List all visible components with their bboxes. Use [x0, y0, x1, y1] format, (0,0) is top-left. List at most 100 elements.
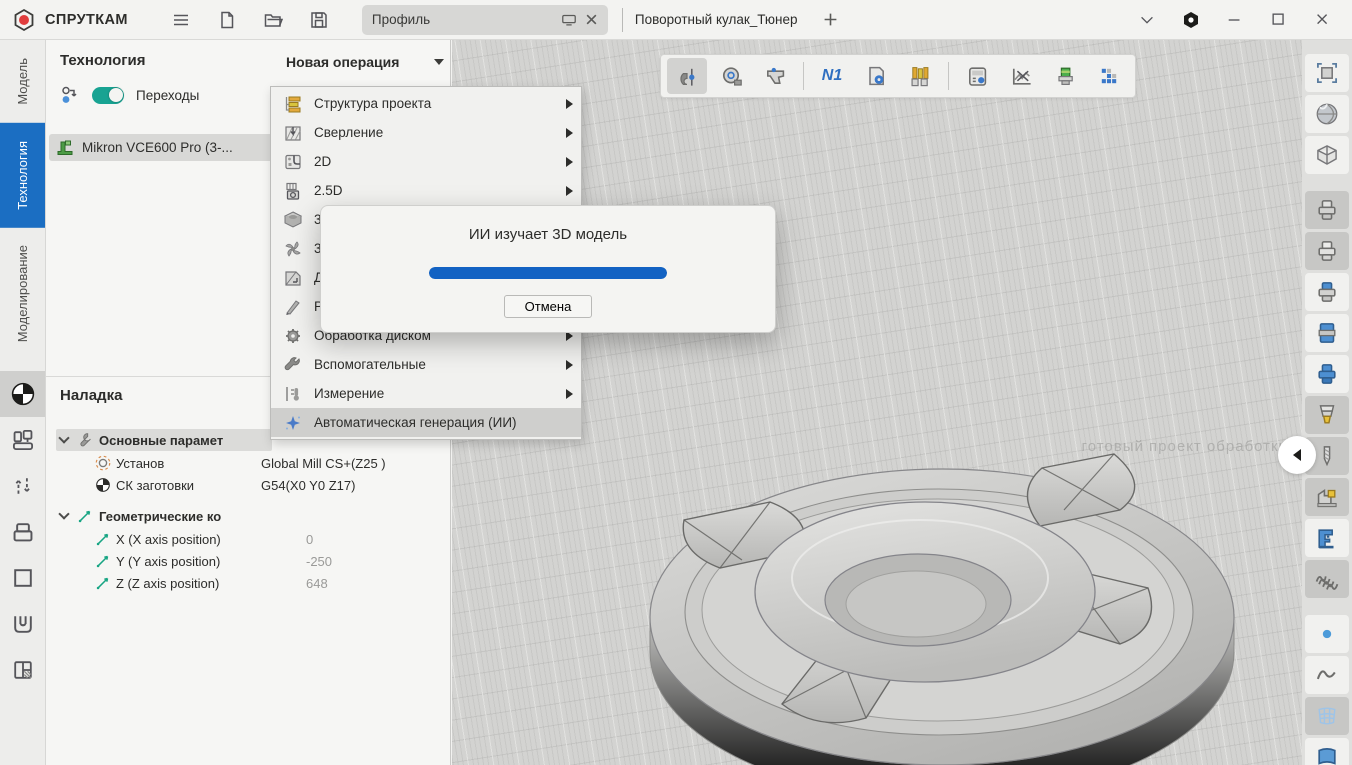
minimize-icon	[1226, 11, 1244, 29]
tree-row[interactable]: СК заготовкиG54(X0 Y0 Z17)	[46, 474, 450, 496]
rail-tab-моделирование[interactable]: Моделирование	[0, 227, 45, 360]
disk-machining-icon	[282, 326, 304, 346]
tools-set-button[interactable]	[900, 58, 940, 94]
minimize-button[interactable]	[1216, 5, 1254, 35]
nc-code-button[interactable]: N1	[812, 58, 852, 94]
snap-magnet-button[interactable]	[667, 58, 707, 94]
monitor-icon	[561, 13, 577, 27]
point-button[interactable]	[1305, 615, 1349, 653]
open-file-icon	[262, 10, 284, 30]
machine-setup-icon	[10, 427, 36, 453]
tab-profile[interactable]: Профиль	[362, 5, 608, 35]
rail-tool-workpiece-icon[interactable]	[0, 555, 45, 601]
toolpath-hatch-button[interactable]	[1305, 560, 1349, 598]
sidebar-flyout-handle[interactable]	[1278, 436, 1316, 474]
tool-yellow-button[interactable]	[1305, 396, 1349, 434]
open-file-button[interactable]	[256, 5, 290, 35]
additional-icon	[282, 268, 304, 288]
tree-group-label: Основные парамет	[99, 433, 223, 448]
control-panel-button[interactable]	[957, 58, 997, 94]
tree-row[interactable]: X (X axis position)0	[46, 528, 450, 550]
drilling-icon	[282, 123, 304, 143]
transitions-label: Переходы	[136, 88, 199, 103]
menu-item[interactable]: 2D	[271, 147, 581, 176]
app-settings-button[interactable]	[1172, 5, 1210, 35]
surface-button[interactable]	[1305, 738, 1349, 765]
measurement-icon	[282, 384, 304, 404]
tree-row-label: Z (Z axis position)	[116, 576, 302, 591]
tree-row-value: -250	[306, 554, 332, 569]
tape-measure-button[interactable]	[711, 58, 751, 94]
menu-item[interactable]: 2.5D	[271, 176, 581, 205]
menu-item[interactable]: Автоматическая генерация (ИИ)	[271, 408, 581, 437]
caliper-button[interactable]	[755, 58, 795, 94]
tape-measure-icon	[719, 64, 743, 88]
rail-tool-datum-icon[interactable]	[0, 371, 45, 417]
menu-item[interactable]: Структура проекта	[271, 89, 581, 118]
part-result-button[interactable]	[1305, 355, 1349, 393]
tree-row[interactable]: Z (Z axis position)648	[46, 572, 450, 594]
new-file-button[interactable]	[210, 5, 244, 35]
menu-item[interactable]: Измерение	[271, 379, 581, 408]
postprocessor-button[interactable]	[856, 58, 896, 94]
rail-tool-clamp-icon[interactable]	[0, 601, 45, 647]
tree-row[interactable]: УстановGlobal Mill CS+(Z25 )	[46, 452, 450, 474]
fixture-part-button[interactable]	[1305, 232, 1349, 270]
tool-yellow-icon	[1314, 402, 1340, 428]
maximize-button[interactable]	[1260, 5, 1298, 35]
viewport-3d[interactable]: готовый проект обработки N1	[452, 40, 1352, 765]
cs-ball-icon	[94, 476, 112, 494]
menu-item[interactable]: Сверление	[271, 118, 581, 147]
part-solid-button[interactable]	[1305, 314, 1349, 352]
part-top-highlight-button[interactable]	[1305, 273, 1349, 311]
shaded-view-button[interactable]	[1305, 95, 1349, 133]
menu-item-label: Автоматическая генерация (ИИ)	[314, 415, 573, 430]
new-operation-button[interactable]: Новая операция	[280, 49, 454, 75]
sprutcam-logo-icon	[12, 8, 36, 32]
rail-tab-технология[interactable]: Технология	[0, 123, 45, 228]
tree-row-value: 0	[306, 532, 313, 547]
transitions-toggle[interactable]	[92, 87, 124, 104]
statistics-button[interactable]	[1089, 58, 1129, 94]
tool-holder-button[interactable]	[1045, 58, 1085, 94]
tab-document-label[interactable]: Поворотный кулак_Тюнер	[635, 12, 798, 27]
save-button[interactable]	[302, 5, 336, 35]
rail-tool-workspace-icon[interactable]	[0, 647, 45, 693]
machine-tree-item[interactable]: Mikron VCE600 Pro (3-...	[49, 134, 277, 161]
sprutcam-window: СПРУТКАМ Профиль Поворотный кулак_Тюнер …	[0, 0, 1352, 765]
stock-part-button[interactable]	[1305, 191, 1349, 229]
model-3d-handwheel[interactable]	[452, 40, 1352, 765]
mesh-button[interactable]	[1305, 697, 1349, 735]
snap-magnet-icon	[675, 64, 699, 88]
menu-item-label: Сверление	[314, 125, 557, 140]
fit-view-button[interactable]	[1305, 54, 1349, 92]
axis-icon	[94, 552, 112, 570]
submenu-arrow-icon	[566, 157, 573, 167]
curve-button[interactable]	[1305, 656, 1349, 694]
tree-group-label: Геометрические ко	[99, 509, 221, 524]
axis-icon	[94, 530, 112, 548]
new-tab-button[interactable]	[814, 5, 848, 35]
close-button[interactable]	[1304, 5, 1342, 35]
cancel-button[interactable]: Отмена	[504, 295, 593, 318]
rail-tool-machine-setup-icon[interactable]	[0, 417, 45, 463]
chevron-down-button[interactable]	[1128, 5, 1166, 35]
menu-button[interactable]	[164, 5, 198, 35]
plus-icon	[823, 12, 838, 27]
tree-group-1[interactable]: Геометрические ко	[46, 504, 450, 528]
2d-icon	[282, 152, 304, 172]
rail-tool-stock-icon[interactable]	[0, 509, 45, 555]
graph-button[interactable]	[1001, 58, 1041, 94]
rail-tab-модель[interactable]: Модель	[0, 40, 45, 123]
machine-blue-button[interactable]	[1305, 519, 1349, 557]
menu-icon	[171, 10, 191, 30]
close-icon[interactable]	[585, 13, 598, 26]
tree-row[interactable]: Y (Y axis position)-250	[46, 550, 450, 572]
menu-item[interactable]: Вспомогательные	[271, 350, 581, 379]
rail-tool-limits-icon[interactable]	[0, 463, 45, 509]
toolbar-divider	[803, 62, 804, 90]
wireframe-view-button[interactable]	[1305, 136, 1349, 174]
tree-row-value: Global Mill CS+(Z25 )	[261, 456, 386, 471]
machine-blue-icon	[1314, 525, 1340, 551]
fixture-button[interactable]	[1305, 478, 1349, 516]
